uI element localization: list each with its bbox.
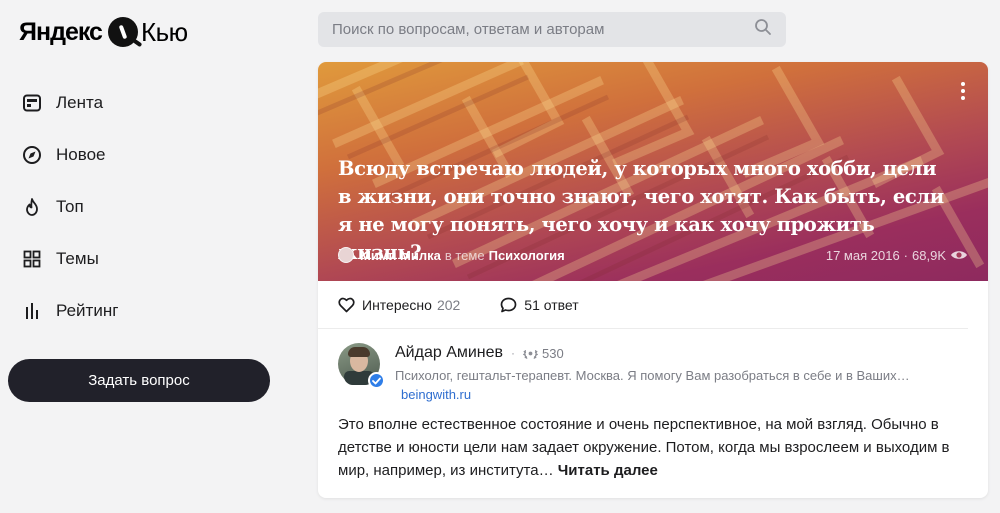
interesting-count: 202: [436, 296, 461, 313]
rating-bars-icon: [20, 299, 44, 323]
answer-text[interactable]: Это вполне естественное состояние и очен…: [338, 413, 968, 482]
question-banner[interactable]: Всюду встречаю людей, у которых много хо…: [318, 62, 988, 281]
sidebar-item-label: Топ: [56, 197, 84, 216]
sidebar-item-topics[interactable]: Темы: [20, 233, 270, 285]
in-topic-label: в теме: [444, 247, 485, 263]
answers-button[interactable]: 51 ответ: [500, 296, 579, 313]
answer-header: Айдар Аминев · 530 Психолог, гештальт-те…: [338, 343, 968, 404]
rating-laurel-icon: [523, 349, 538, 359]
answers-count-label: 51 ответ: [524, 296, 579, 313]
compass-icon: [20, 143, 44, 167]
logo-brand: Яндекс: [19, 17, 103, 46]
interesting-button[interactable]: Интересно 202: [338, 297, 460, 313]
answer-author-row: Айдар Аминев · 530: [395, 343, 968, 363]
search-input[interactable]: [332, 21, 754, 38]
sidebar-item-label: Темы: [56, 249, 99, 268]
answer-author-info: Айдар Аминев · 530 Психолог, гештальт-те…: [395, 343, 968, 404]
verified-check-icon: [368, 372, 385, 389]
question-topic[interactable]: Психология: [489, 248, 565, 263]
sidebar-item-feed[interactable]: Лента: [20, 77, 270, 129]
answer-author-name[interactable]: Айдар Аминев: [395, 344, 503, 362]
yandex-q-logo[interactable]: Яндекс Кью: [19, 14, 188, 50]
sidebar-item-label: Новое: [56, 145, 106, 164]
author-website-link[interactable]: beingwith.ru: [401, 387, 471, 402]
heart-icon: [338, 297, 355, 312]
answer-author-avatar[interactable]: [338, 343, 385, 389]
question-actions: Интересно 202 51 ответ: [318, 281, 968, 329]
eye-icon: [951, 251, 967, 259]
author-bio-text: Психолог, гештальт-терапевт. Москва. Я п…: [395, 368, 910, 383]
question-card: Всюду встречаю людей, у которых много хо…: [318, 62, 988, 498]
sidebar-nav: Лента Новое Топ Темы Рейтинг: [20, 77, 270, 337]
interesting-label: Интересно: [362, 296, 432, 313]
read-more-link[interactable]: Читать далее: [558, 462, 658, 479]
question-views: 68,9K: [912, 247, 946, 263]
q-logo-icon: [107, 17, 138, 47]
answer-author-bio: Психолог, гештальт-терапевт. Москва. Я п…: [395, 366, 968, 404]
answer-author-rating: 530: [542, 345, 564, 361]
sidebar-item-new[interactable]: Новое: [20, 129, 270, 181]
sidebar-item-rating[interactable]: Рейтинг: [20, 285, 270, 337]
sidebar-item-top[interactable]: Топ: [20, 181, 270, 233]
ask-question-button[interactable]: Задать вопрос: [8, 359, 270, 402]
feed-icon: [20, 91, 44, 115]
answer-preview: Айдар Аминев · 530 Психолог, гештальт-те…: [338, 343, 968, 482]
question-date: 17 мая 2016: [825, 247, 900, 263]
fire-icon: [20, 195, 44, 219]
name-separator: ·: [511, 346, 516, 360]
question-author[interactable]: Мими Милка: [360, 248, 441, 263]
logo-product: Кью: [140, 16, 188, 47]
meta-separator: ·: [903, 247, 909, 263]
question-author-avatar[interactable]: [338, 247, 354, 263]
more-options-icon[interactable]: [960, 82, 966, 102]
question-meta: Мими Милка в теме Психология 17 мая 2016…: [338, 246, 968, 264]
comment-icon: [500, 297, 517, 312]
grid-icon: [20, 247, 44, 271]
question-stats: 17 мая 2016 · 68,9K: [826, 248, 968, 263]
search-bar: [318, 12, 786, 47]
search-icon[interactable]: [754, 18, 772, 41]
sidebar-item-label: Рейтинг: [56, 301, 119, 320]
sidebar-item-label: Лента: [56, 93, 104, 112]
